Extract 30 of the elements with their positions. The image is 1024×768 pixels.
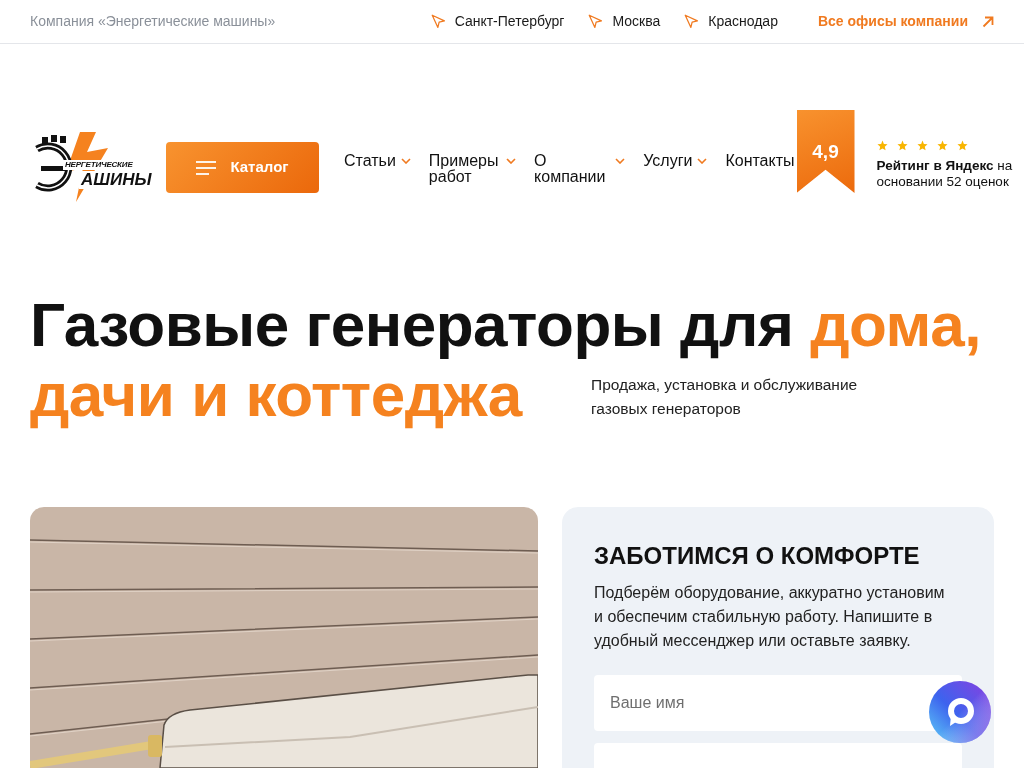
input-field[interactable]: Ваше имя [594,675,962,731]
rating-caption: Рейтинг в Яндекс на основании 52 оценок [876,158,1014,190]
hero-heading-line: дачи и коттеджа [30,360,524,430]
menu-icon [196,160,217,175]
nav-link[interactable]: Примеры работ [428,153,517,185]
company-name: Компания «Энергетические машины» [30,12,276,31]
city-link[interactable]: Москва [588,11,661,32]
navigation-arrow-icon [684,14,700,29]
star-icon [916,140,928,151]
hero-subtitle: Продажа, установка и обслуживание газовых генераторов [591,375,859,419]
star-icon [896,140,908,151]
navigation-arrow-icon [430,14,446,29]
nav-link[interactable]: О компании [534,153,626,185]
nav-link[interactable]: Услуги [643,153,708,169]
navigation-arrow-icon [588,14,604,29]
form-description: Подберём оборудование, аккуратно установим и обеспечим стабильную работу. Напишите в удобный мессенджер или оставьте заявку. [594,583,946,651]
nav-link[interactable]: Контакты [725,153,795,169]
logo-text: АШИНЫ [79,171,154,189]
input-field[interactable] [594,743,962,768]
star-icon [936,140,948,151]
city-link[interactable]: Санкт-Петербург [430,11,565,32]
rating-badge: 4,9 [796,110,855,193]
star-icon [876,140,888,151]
logo-text: НЕРГЕТИЧЕСКИЕ [63,160,135,170]
city-link[interactable]: Краснодар [684,11,778,32]
star-icon [956,140,968,151]
arrow-up-right-icon [982,15,994,28]
hero-heading-line: Газовые генераторы для дома, [30,290,982,360]
form-title: ЗАБОТИМСЯ О КОМФОРТЕ [594,541,921,571]
nav-link[interactable]: Статьи [344,153,411,169]
